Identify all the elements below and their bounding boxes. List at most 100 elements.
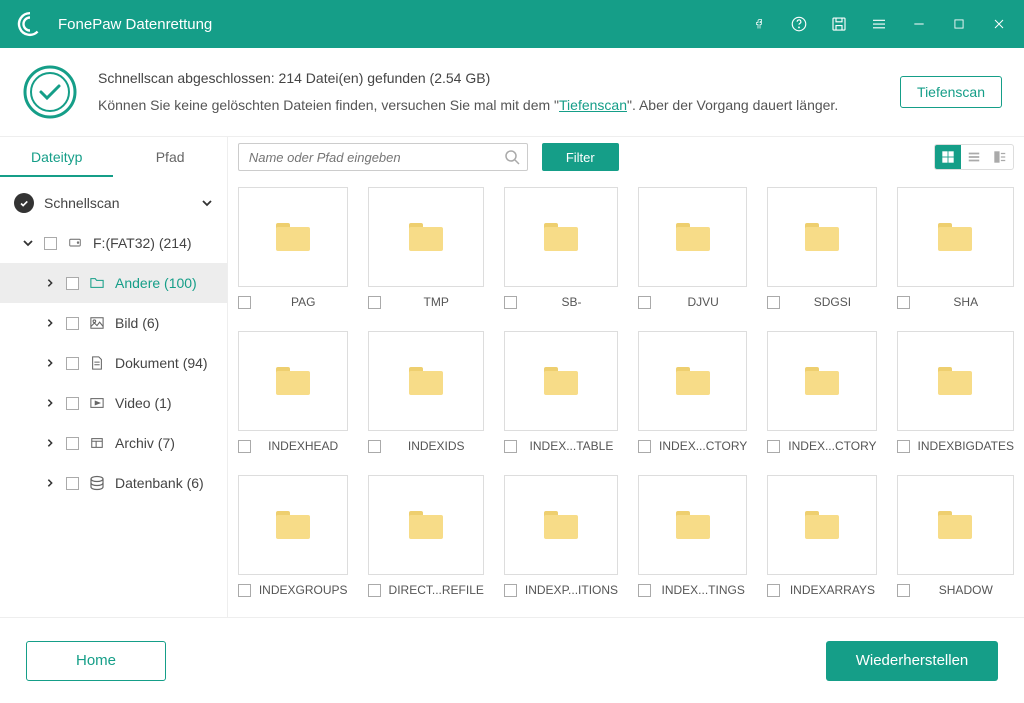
minimize-icon[interactable] — [910, 15, 928, 33]
deep-scan-button[interactable]: Tiefenscan — [900, 76, 1002, 108]
folder-icon — [676, 223, 710, 251]
checkbox[interactable] — [767, 440, 780, 453]
close-icon[interactable] — [990, 15, 1008, 33]
file-item[interactable]: SDGSI — [767, 187, 876, 309]
file-name: INDEXHEAD — [259, 439, 348, 453]
help-icon[interactable] — [790, 15, 808, 33]
file-item[interactable]: INDEX...CTORY — [767, 331, 876, 453]
deep-scan-link[interactable]: Tiefenscan — [559, 97, 627, 113]
file-thumbnail — [767, 331, 876, 431]
checkbox[interactable] — [238, 584, 251, 597]
checkbox[interactable] — [368, 584, 381, 597]
tree-category[interactable]: Archiv (7) — [0, 423, 227, 463]
file-item[interactable]: SHA — [897, 187, 1014, 309]
tree-category-label: Dokument (94) — [115, 355, 208, 371]
file-item[interactable]: INDEX...CTORY — [638, 331, 747, 453]
folder-icon — [89, 275, 105, 291]
checkbox[interactable] — [66, 277, 79, 290]
checkbox[interactable] — [238, 296, 251, 309]
home-button[interactable]: Home — [26, 641, 166, 681]
checkbox[interactable] — [638, 296, 651, 309]
chevron-right-icon — [44, 437, 56, 449]
app-title: FonePaw Datenrettung — [58, 16, 750, 33]
file-item[interactable]: INDEXP...ITIONS — [504, 475, 618, 597]
tree-category[interactable]: Dokument (94) — [0, 343, 227, 383]
filter-button[interactable]: Filter — [542, 143, 619, 171]
checkbox[interactable] — [504, 296, 517, 309]
facebook-icon[interactable] — [750, 15, 768, 33]
file-thumbnail — [504, 331, 618, 431]
file-item[interactable]: TMP — [368, 187, 484, 309]
tab-filetype[interactable]: Dateityp — [0, 137, 113, 177]
file-item[interactable]: INDEXGROUPS — [238, 475, 348, 597]
drive-icon — [67, 235, 83, 251]
file-item[interactable]: INDEXBIGDATES — [897, 331, 1014, 453]
chevron-right-icon — [44, 357, 56, 369]
tree-category[interactable]: Video (1) — [0, 383, 227, 423]
chevron-down-icon — [22, 237, 34, 249]
tree-category[interactable]: Datenbank (6) — [0, 463, 227, 503]
checkbox[interactable] — [66, 477, 79, 490]
checkbox[interactable] — [897, 296, 910, 309]
search-icon[interactable] — [504, 149, 520, 165]
chevron-down-icon — [201, 197, 213, 209]
view-list-button[interactable] — [961, 145, 987, 169]
check-circle-icon — [14, 193, 34, 213]
checkbox[interactable] — [897, 440, 910, 453]
checkbox[interactable] — [638, 584, 651, 597]
checkbox[interactable] — [638, 440, 651, 453]
file-thumbnail — [897, 331, 1014, 431]
checkbox[interactable] — [767, 296, 780, 309]
recover-button[interactable]: Wiederherstellen — [826, 641, 998, 681]
checkbox[interactable] — [44, 237, 57, 250]
checkbox[interactable] — [767, 584, 780, 597]
checkbox[interactable] — [368, 296, 381, 309]
search-input[interactable] — [238, 143, 528, 171]
success-check-icon — [22, 64, 78, 120]
file-item[interactable]: INDEX...TINGS — [638, 475, 747, 597]
tree-category[interactable]: Bild (6) — [0, 303, 227, 343]
image-icon — [89, 315, 105, 331]
file-name: INDEX...TABLE — [525, 439, 618, 453]
checkbox[interactable] — [897, 584, 910, 597]
app-logo — [16, 10, 44, 38]
db-icon — [89, 475, 105, 491]
file-thumbnail — [504, 187, 618, 287]
checkbox[interactable] — [66, 357, 79, 370]
file-item[interactable]: INDEX...TABLE — [504, 331, 618, 453]
file-name: INDEXP...ITIONS — [525, 583, 618, 597]
save-icon[interactable] — [830, 15, 848, 33]
checkbox[interactable] — [504, 440, 517, 453]
file-item[interactable]: SB- — [504, 187, 618, 309]
folder-icon — [409, 367, 443, 395]
tab-path[interactable]: Pfad — [113, 137, 226, 177]
file-item[interactable]: INDEXARRAYS — [767, 475, 876, 597]
view-toggle — [934, 144, 1014, 170]
file-name: DIRECT...REFILE — [389, 583, 484, 597]
checkbox[interactable] — [66, 437, 79, 450]
tree-drive[interactable]: F:(FAT32) (214) — [0, 223, 227, 263]
folder-icon — [409, 511, 443, 539]
tree-root-quickscan[interactable]: Schnellscan — [0, 183, 227, 223]
view-detail-button[interactable] — [987, 145, 1013, 169]
checkbox[interactable] — [368, 440, 381, 453]
file-item[interactable]: INDEXHEAD — [238, 331, 348, 453]
file-item[interactable]: INDEXIDS — [368, 331, 484, 453]
checkbox[interactable] — [504, 584, 517, 597]
file-item[interactable]: PAG — [238, 187, 348, 309]
checkbox[interactable] — [66, 397, 79, 410]
maximize-icon[interactable] — [950, 15, 968, 33]
file-thumbnail — [368, 187, 484, 287]
tree-category[interactable]: Andere (100) — [0, 263, 227, 303]
file-item[interactable]: DIRECT...REFILE — [368, 475, 484, 597]
file-name: DJVU — [659, 295, 747, 309]
doc-icon — [89, 355, 105, 371]
menu-icon[interactable] — [870, 15, 888, 33]
file-item[interactable]: DJVU — [638, 187, 747, 309]
file-item[interactable]: SHADOW — [897, 475, 1014, 597]
checkbox[interactable] — [66, 317, 79, 330]
view-grid-button[interactable] — [935, 145, 961, 169]
checkbox[interactable] — [238, 440, 251, 453]
status-panel: Schnellscan abgeschlossen: 214 Datei(en)… — [0, 48, 1024, 137]
tree-category-label: Andere (100) — [115, 275, 197, 291]
